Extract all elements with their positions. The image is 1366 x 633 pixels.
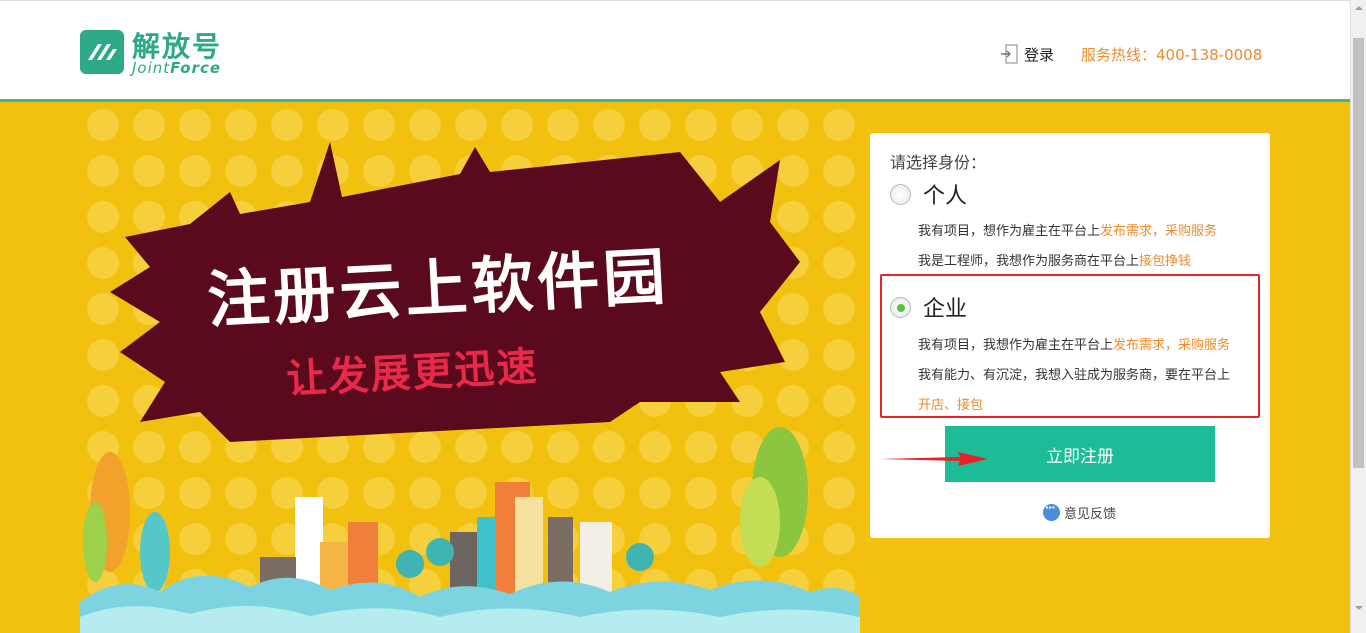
feedback-label: 意见反馈 xyxy=(1064,507,1117,522)
vertical-scrollbar[interactable] xyxy=(1350,0,1366,633)
logo-mark-icon xyxy=(80,30,124,74)
option-enterprise[interactable]: 企业 xyxy=(890,291,967,323)
enterprise-desc-line-2: 我有能力、有沉淀，我想入驻成为服务商，要在平台上 xyxy=(918,364,1230,383)
login-link[interactable]: 登录 xyxy=(1000,43,1054,65)
enterprise-desc-line-1: 我有项目，我想作为雇主在平台上发布需求，采购服务 xyxy=(918,334,1230,353)
desc-highlight: 发布需求，采购服务 xyxy=(1100,224,1218,239)
option-enterprise-label: 企业 xyxy=(923,297,968,322)
login-label: 登录 xyxy=(1024,45,1055,64)
logo-en-bold: Force xyxy=(170,59,222,77)
desc-text: 我有能力、有沉淀，我想入驻成为服务商，要在平台上 xyxy=(918,368,1231,383)
logo-en-light: Joint xyxy=(132,59,171,77)
service-hotline: 服务热线：400-138-0008 xyxy=(1081,46,1263,64)
scroll-down-arrow-icon[interactable] xyxy=(1351,600,1366,616)
identity-prompt: 请选择身份： xyxy=(890,153,987,172)
desc-text: 我是工程师，我想作为服务商在平台上 xyxy=(918,254,1140,269)
option-individual[interactable]: 个人 xyxy=(890,178,967,210)
individual-desc-line-2: 我是工程师，我想作为服务商在平台上接包挣钱 xyxy=(918,250,1191,269)
option-individual-label: 个人 xyxy=(923,184,968,209)
desc-text: 我有项目，我想作为雇主在平台上 xyxy=(918,338,1114,353)
desc-text: 我有项目，想作为雇主在平台上 xyxy=(918,224,1101,239)
logo-english-name: JointForce xyxy=(132,59,221,77)
identity-select-panel: 请选择身份： 个人 我有项目，想作为雇主在平台上发布需求，采购服务 我是工程师，… xyxy=(870,133,1270,538)
annotation-arrow-icon xyxy=(880,452,988,466)
chat-bubble-icon xyxy=(1043,501,1060,521)
scroll-up-arrow-icon[interactable] xyxy=(1351,0,1366,16)
enterprise-desc-line-3: 开店、接包 xyxy=(918,394,983,413)
desc-highlight: 开店、接包 xyxy=(918,398,984,413)
radio-enterprise[interactable] xyxy=(890,296,911,318)
feedback-link[interactable]: 意见反馈 xyxy=(1043,501,1117,522)
desc-highlight: 接包挣钱 xyxy=(1139,254,1192,269)
desc-highlight: 发布需求，采购服务 xyxy=(1113,338,1231,353)
individual-desc-line-1: 我有项目，想作为雇主在平台上发布需求，采购服务 xyxy=(918,220,1217,239)
site-logo[interactable]: 解放号 JointForce xyxy=(80,27,250,79)
radio-individual[interactable] xyxy=(890,183,911,205)
site-header: 解放号 JointForce 登录 服务热线：400-138-0008 xyxy=(0,0,1350,101)
scrollbar-thumb[interactable] xyxy=(1353,38,1364,468)
login-icon xyxy=(1001,44,1018,64)
